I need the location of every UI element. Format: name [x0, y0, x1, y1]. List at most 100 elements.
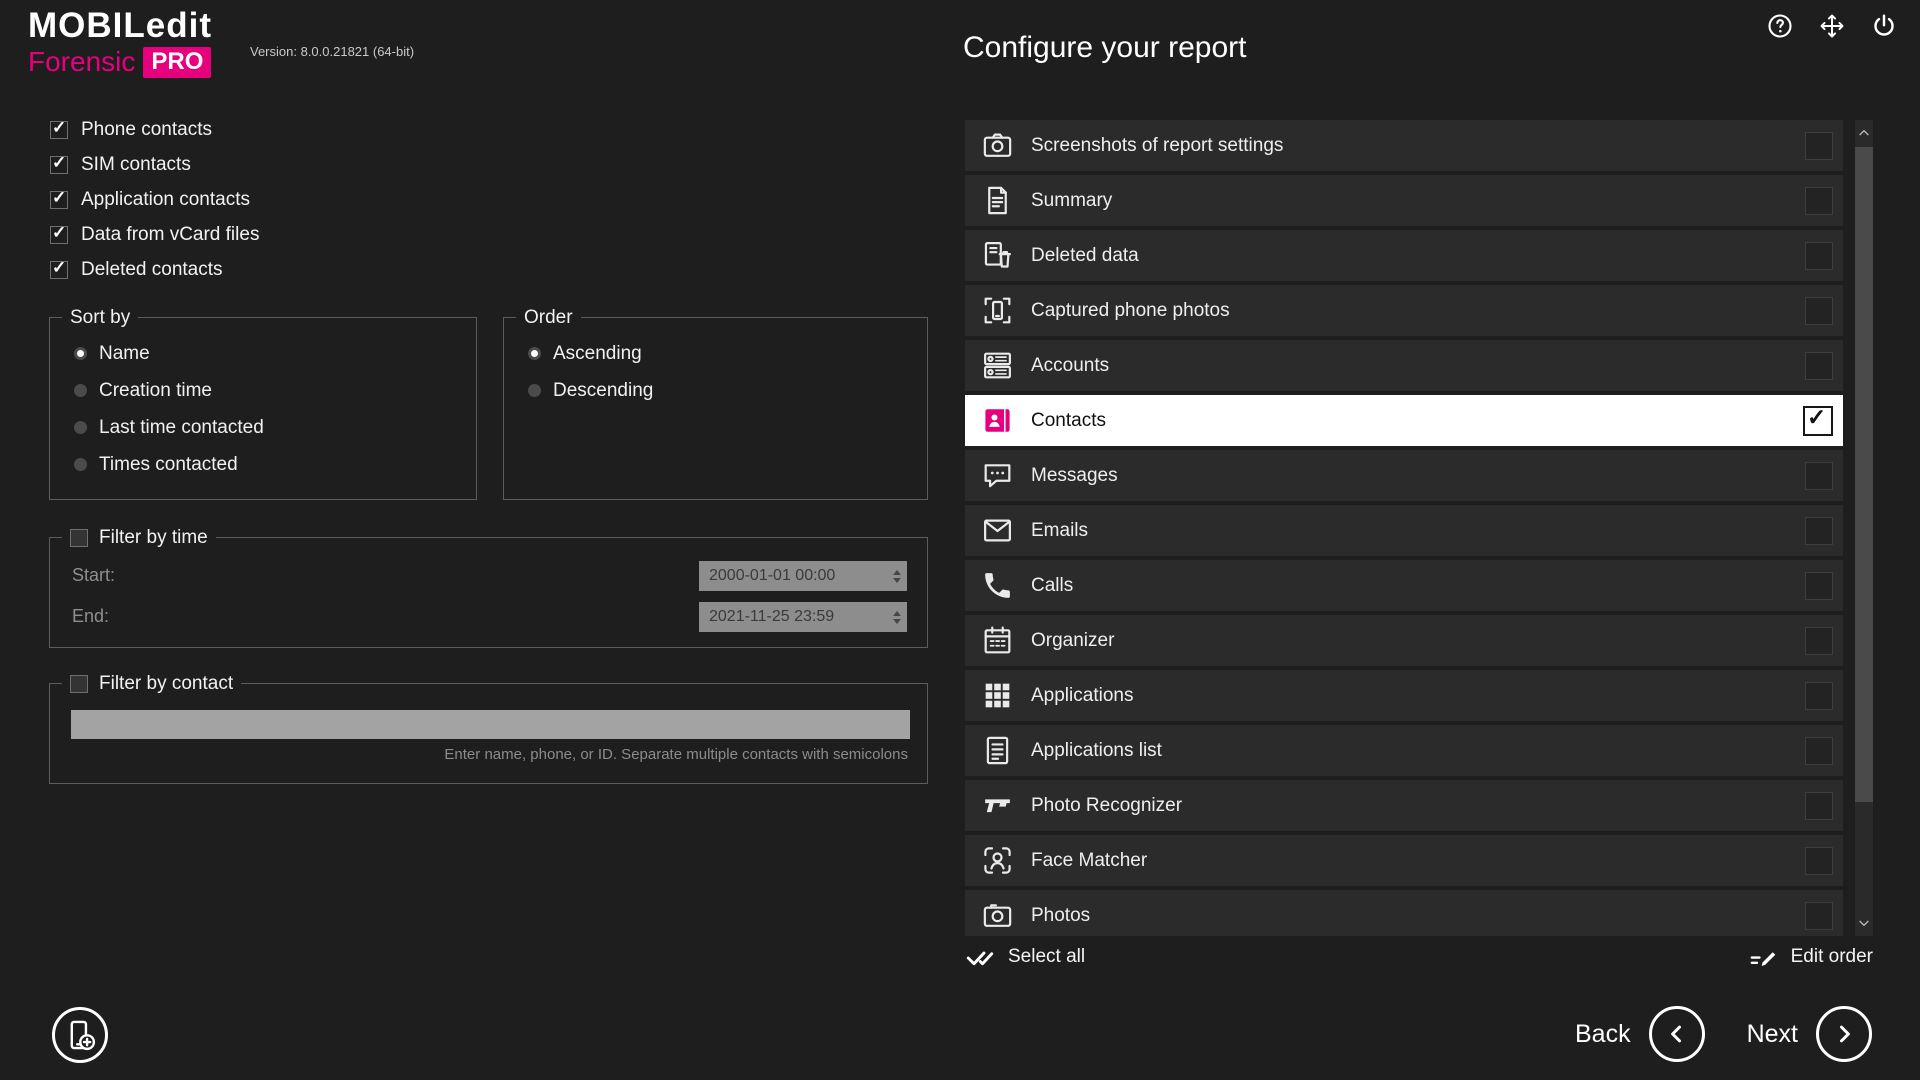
checkbox[interactable]	[50, 261, 68, 279]
power-icon[interactable]	[1870, 12, 1898, 40]
filter-by-time-checkbox[interactable]	[70, 529, 88, 547]
checkbox[interactable]	[50, 156, 68, 174]
list-item-label: Organizer	[1031, 630, 1114, 652]
list-item-label: Applications list	[1031, 740, 1162, 762]
back-label[interactable]: Back	[1575, 1020, 1631, 1049]
list-item[interactable]: Applications list	[965, 725, 1843, 776]
add-phone-button[interactable]	[52, 1007, 108, 1063]
list-item[interactable]: Messages	[965, 450, 1843, 501]
scroll-down-icon[interactable]	[1855, 912, 1873, 934]
section-checkbox[interactable]	[1803, 406, 1833, 436]
filter-by-time-label: Filter by time	[99, 525, 208, 550]
sort-by-option[interactable]: Last time contacted	[50, 409, 476, 446]
radio-button[interactable]	[528, 347, 541, 360]
section-checkbox[interactable]	[1805, 902, 1833, 930]
section-checkbox[interactable]	[1805, 572, 1833, 600]
source-checkbox-row[interactable]: Deleted contacts	[50, 252, 259, 287]
start-spinner[interactable]	[891, 570, 903, 583]
end-datetime-input[interactable]: 2021-11-25 23:59	[699, 602, 907, 632]
section-checkbox[interactable]	[1805, 132, 1833, 160]
edit-order-button[interactable]: Edit order	[1748, 942, 1873, 972]
source-checkbox-row[interactable]: Data from vCard files	[50, 217, 259, 252]
section-checkbox[interactable]	[1805, 737, 1833, 765]
list-item[interactable]: Photo Recognizer	[965, 780, 1843, 831]
order-option[interactable]: Descending	[504, 372, 927, 409]
end-spinner[interactable]	[891, 611, 903, 624]
list-item[interactable]: Photos	[965, 890, 1843, 936]
list-item-label: Contacts	[1031, 410, 1106, 432]
list-item-label: Captured phone photos	[1031, 300, 1230, 322]
scroll-up-icon[interactable]	[1855, 122, 1873, 144]
filter-by-contact-legend: Filter by contact	[62, 671, 241, 696]
messages-icon	[981, 459, 1014, 492]
compact-view-icon[interactable]	[1818, 12, 1846, 40]
spin-down-icon[interactable]	[893, 578, 901, 583]
list-item[interactable]: Emails	[965, 505, 1843, 556]
list-item[interactable]: Applications	[965, 670, 1843, 721]
spin-up-icon[interactable]	[893, 570, 901, 575]
section-checkbox[interactable]	[1805, 627, 1833, 655]
applications-icon	[981, 679, 1014, 712]
checkbox[interactable]	[50, 226, 68, 244]
spin-up-icon[interactable]	[893, 611, 901, 616]
filter-by-contact-checkbox[interactable]	[70, 675, 88, 693]
source-checkbox-row[interactable]: Application contacts	[50, 182, 259, 217]
back-button[interactable]	[1649, 1006, 1705, 1062]
list-item[interactable]: Summary	[965, 175, 1843, 226]
list-item[interactable]: Deleted data	[965, 230, 1843, 281]
end-datetime-value: 2021-11-25 23:59	[709, 608, 834, 626]
checkbox[interactable]	[50, 121, 68, 139]
summary-icon	[981, 184, 1014, 217]
organizer-icon	[981, 624, 1014, 657]
section-checkbox[interactable]	[1805, 792, 1833, 820]
radio-button[interactable]	[74, 347, 87, 360]
checkbox-label: Data from vCard files	[81, 224, 259, 246]
list-item-label: Messages	[1031, 465, 1118, 487]
list-item[interactable]: Face Matcher	[965, 835, 1843, 886]
sort-by-option[interactable]: Creation time	[50, 372, 476, 409]
list-item[interactable]: Organizer	[965, 615, 1843, 666]
section-checkbox[interactable]	[1805, 187, 1833, 215]
source-checkbox-row[interactable]: Phone contacts	[50, 112, 259, 147]
list-item[interactable]: Calls	[965, 560, 1843, 611]
radio-button[interactable]	[74, 458, 87, 471]
list-item[interactable]: Contacts	[965, 395, 1843, 446]
checkbox-label: Application contacts	[81, 189, 250, 211]
next-label[interactable]: Next	[1747, 1020, 1798, 1049]
radio-label: Times contacted	[99, 454, 238, 476]
radio-button[interactable]	[74, 384, 87, 397]
list-item[interactable]: Accounts	[965, 340, 1843, 391]
section-checkbox[interactable]	[1805, 517, 1833, 545]
section-checkbox[interactable]	[1805, 242, 1833, 270]
radio-button[interactable]	[74, 421, 87, 434]
filter-by-time-legend: Filter by time	[62, 525, 216, 550]
page-title: Configure your report	[963, 31, 1246, 65]
checkbox[interactable]	[50, 191, 68, 209]
start-datetime-input[interactable]: 2000-01-01 00:00	[699, 561, 907, 591]
spin-down-icon[interactable]	[893, 619, 901, 624]
select-all-label: Select all	[1008, 946, 1085, 968]
section-checkbox[interactable]	[1805, 462, 1833, 490]
section-checkbox[interactable]	[1805, 682, 1833, 710]
filter-by-contact-label: Filter by contact	[99, 671, 233, 696]
camera-icon	[981, 129, 1014, 162]
contact-filter-input[interactable]	[71, 710, 910, 739]
sort-by-option[interactable]: Name	[50, 335, 476, 372]
section-checkbox[interactable]	[1805, 847, 1833, 875]
section-checkbox[interactable]	[1805, 352, 1833, 380]
sections-footer: Select all Edit order	[965, 942, 1873, 972]
source-checkbox-row[interactable]: SIM contacts	[50, 147, 259, 182]
list-item[interactable]: Captured phone photos	[965, 285, 1843, 336]
applications-list-icon	[981, 734, 1014, 767]
scrollbar-thumb[interactable]	[1855, 147, 1873, 802]
list-item[interactable]: Screenshots of report settings	[965, 120, 1843, 171]
help-icon[interactable]	[1766, 12, 1794, 40]
radio-button[interactable]	[528, 384, 541, 397]
list-item-label: Face Matcher	[1031, 850, 1147, 872]
sections-scrollbar[interactable]	[1855, 120, 1873, 936]
order-option[interactable]: Ascending	[504, 335, 927, 372]
sort-by-option[interactable]: Times contacted	[50, 446, 476, 483]
section-checkbox[interactable]	[1805, 297, 1833, 325]
select-all-button[interactable]: Select all	[965, 942, 1085, 972]
next-button[interactable]	[1816, 1006, 1872, 1062]
